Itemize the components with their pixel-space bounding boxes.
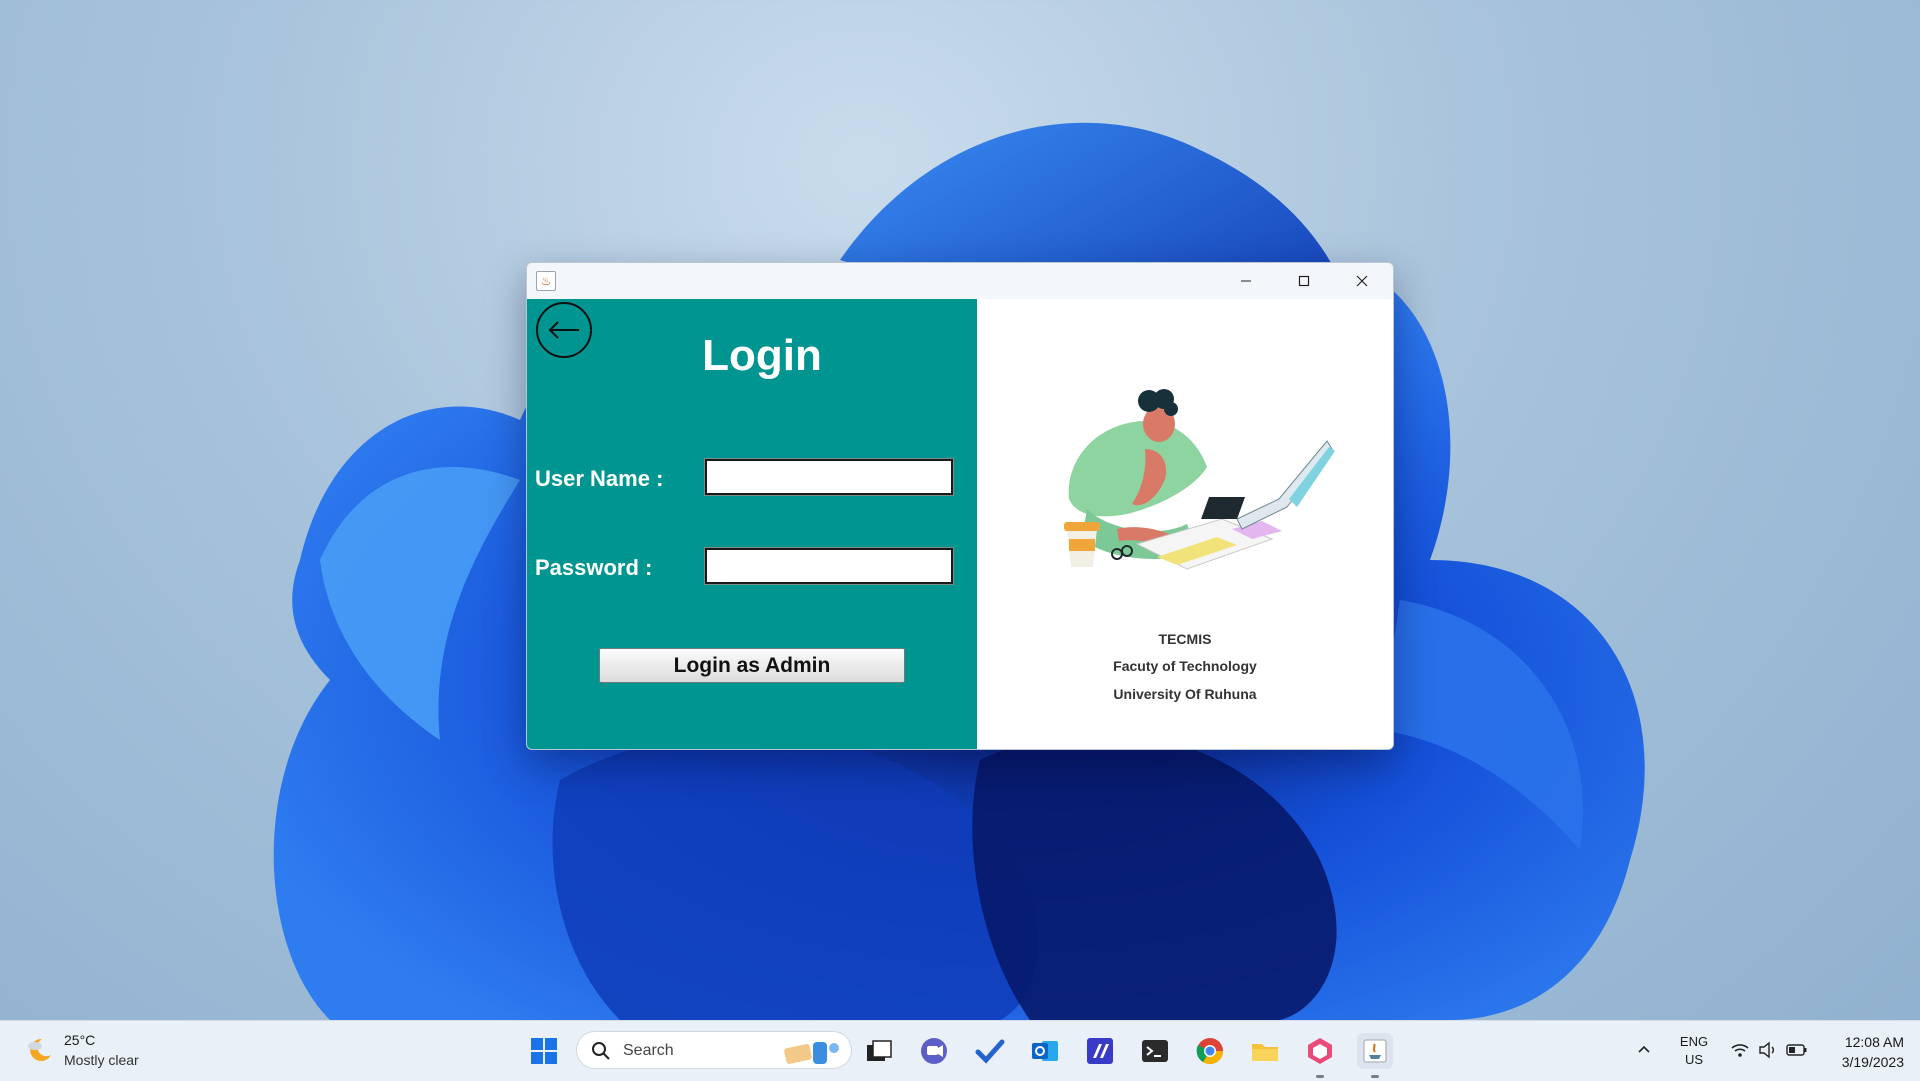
title-bar[interactable]: ♨ — [527, 263, 1393, 300]
battery-icon[interactable] — [1786, 1041, 1808, 1059]
chat-icon — [921, 1038, 947, 1064]
todo-icon — [975, 1039, 1005, 1064]
chevron-up-icon[interactable] — [1636, 1041, 1652, 1057]
maximize-icon — [1298, 275, 1310, 287]
info-panel: TECMIS Facuty of Technology University O… — [977, 299, 1393, 749]
close-icon — [1356, 275, 1368, 287]
login-as-admin-button[interactable]: Login as Admin — [599, 648, 905, 683]
weather-moon-icon[interactable] — [24, 1035, 54, 1065]
volume-icon[interactable] — [1758, 1041, 1778, 1059]
minimize-button[interactable] — [1217, 263, 1275, 299]
clock-date: 3/19/2023 — [1841, 1054, 1904, 1070]
chrome-icon — [1196, 1038, 1224, 1065]
app-name: TECMIS — [1158, 631, 1212, 647]
clock-time: 12:08 AM — [1844, 1034, 1904, 1050]
language-indicator[interactable]: ENG US — [1678, 1033, 1710, 1069]
running-indicator — [1316, 1075, 1324, 1078]
region-code: US — [1684, 1052, 1704, 1067]
username-input[interactable] — [704, 458, 954, 496]
close-button[interactable] — [1333, 263, 1391, 299]
taskbar-office-hub[interactable] — [1302, 1033, 1338, 1069]
faculty-name: Facuty of Technology — [1113, 658, 1257, 674]
task-view-icon — [867, 1040, 892, 1061]
taskbar-search[interactable]: Search — [576, 1031, 852, 1069]
outlook-icon — [1032, 1041, 1058, 1061]
weather-temperature[interactable]: 25°C — [64, 1032, 95, 1048]
running-indicator — [1371, 1075, 1379, 1078]
file-explorer-icon — [1252, 1044, 1278, 1061]
windows-start-icon — [531, 1038, 557, 1064]
person-with-laptop-illustration — [1064, 389, 1335, 570]
username-label: User Name : — [535, 466, 664, 491]
search-highlight-icon — [784, 1042, 839, 1064]
wifi-icon[interactable] — [1730, 1041, 1750, 1059]
taskbar-file-explorer[interactable] — [1247, 1033, 1283, 1069]
taskbar-terminal[interactable] — [1137, 1033, 1173, 1069]
language-code: ENG — [1679, 1034, 1709, 1049]
arrow-left-icon — [548, 321, 579, 339]
java-app-icon[interactable]: ♨ — [536, 271, 556, 291]
taskbar: 25°C Mostly clear Search ENG US 12:08 AM… — [0, 1020, 1920, 1081]
maximize-button[interactable] — [1275, 263, 1333, 299]
taskbar-todo[interactable] — [972, 1033, 1008, 1069]
taskbar-chrome[interactable] — [1192, 1033, 1228, 1069]
search-placeholder: Search — [623, 1042, 674, 1059]
minimize-icon — [1241, 280, 1251, 282]
java-icon — [1363, 1039, 1387, 1063]
taskbar-java-app[interactable] — [1357, 1033, 1393, 1069]
weather-description[interactable]: Mostly clear — [64, 1052, 139, 1068]
university-name: University Of Ruhuna — [1113, 686, 1257, 702]
taskbar-outlook[interactable] — [1027, 1033, 1063, 1069]
taskbar-vscode[interactable] — [1082, 1033, 1118, 1069]
password-label: Password : — [535, 555, 653, 580]
login-window: ♨ Login User Name : Password : Login as … — [526, 262, 1394, 750]
search-icon — [592, 1042, 610, 1060]
back-button[interactable] — [536, 302, 592, 358]
office-hub-icon — [1308, 1038, 1332, 1064]
taskbar-chat[interactable] — [916, 1033, 952, 1069]
page-title: Login — [702, 331, 822, 380]
password-input[interactable] — [704, 547, 954, 585]
login-panel: Login User Name : Password : Login as Ad… — [527, 299, 977, 749]
system-clock[interactable]: 12:08 AM 3/19/2023 — [1822, 1032, 1904, 1072]
vscode-icon — [1087, 1038, 1113, 1064]
terminal-icon — [1142, 1040, 1168, 1062]
taskbar-task-view[interactable] — [861, 1033, 897, 1069]
start-button[interactable] — [526, 1033, 562, 1069]
